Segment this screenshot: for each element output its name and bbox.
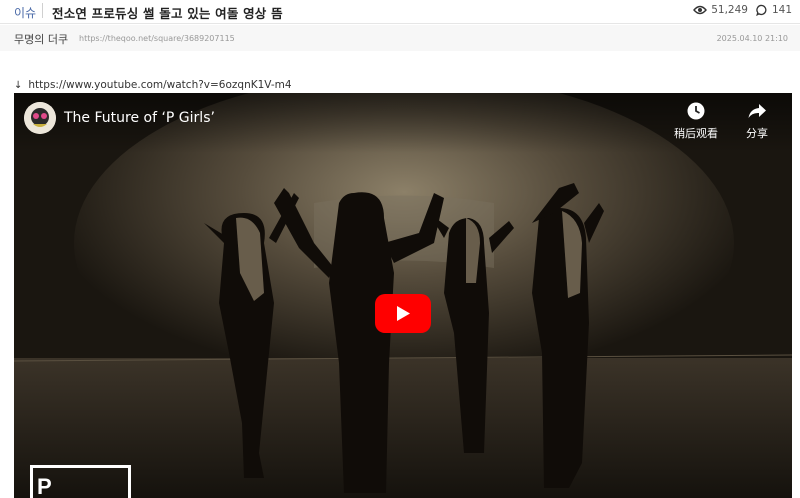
author-name: 무명의 더쿠 <box>14 33 69 46</box>
clock-icon <box>687 102 705 120</box>
share-label: 分享 <box>746 127 768 140</box>
post-stats: 51,249 141 <box>693 4 792 16</box>
youtube-embed[interactable]: The Future of ‘P Girls’ 稍后观看 分享 P <box>14 93 792 498</box>
post-url[interactable]: https://theqoo.net/square/3689207115 <box>79 34 235 43</box>
divider <box>42 3 43 18</box>
comment-count[interactable]: 141 <box>772 4 792 16</box>
post-header: 이슈 전소연 프로듀싱 썰 돌고 있는 여돌 영상 뜸 51,249 141 <box>0 0 800 24</box>
channel-avatar[interactable] <box>24 102 56 134</box>
eye-icon <box>693 5 708 15</box>
post-date: 2025.04.10 21:10 <box>716 34 788 43</box>
category-link[interactable]: 이슈 <box>14 4 36 21</box>
watch-later-label: 稍后观看 <box>674 127 718 140</box>
channel-watermark-logo: P <box>30 465 131 498</box>
post-title: 전소연 프로듀싱 썰 돌고 있는 여돌 영상 뜸 <box>52 6 283 21</box>
watch-later-button[interactable]: 稍后观看 <box>674 101 718 141</box>
view-count: 51,249 <box>711 4 748 16</box>
comment-icon <box>756 4 767 16</box>
video-title[interactable]: The Future of ‘P Girls’ <box>64 110 215 126</box>
watermark-text: P <box>37 474 52 498</box>
post-meta: 무명의 더쿠 https://theqoo.net/square/3689207… <box>0 25 800 51</box>
youtube-link[interactable]: https://www.youtube.com/watch?v=6ozqnK1V… <box>28 79 291 91</box>
share-button[interactable]: 分享 <box>743 101 771 141</box>
down-arrow-icon: ↓ <box>14 79 23 91</box>
video-link-row: ↓ https://www.youtube.com/watch?v=6ozqnK… <box>14 79 292 91</box>
play-button[interactable] <box>375 294 431 333</box>
share-arrow-icon <box>748 104 766 118</box>
